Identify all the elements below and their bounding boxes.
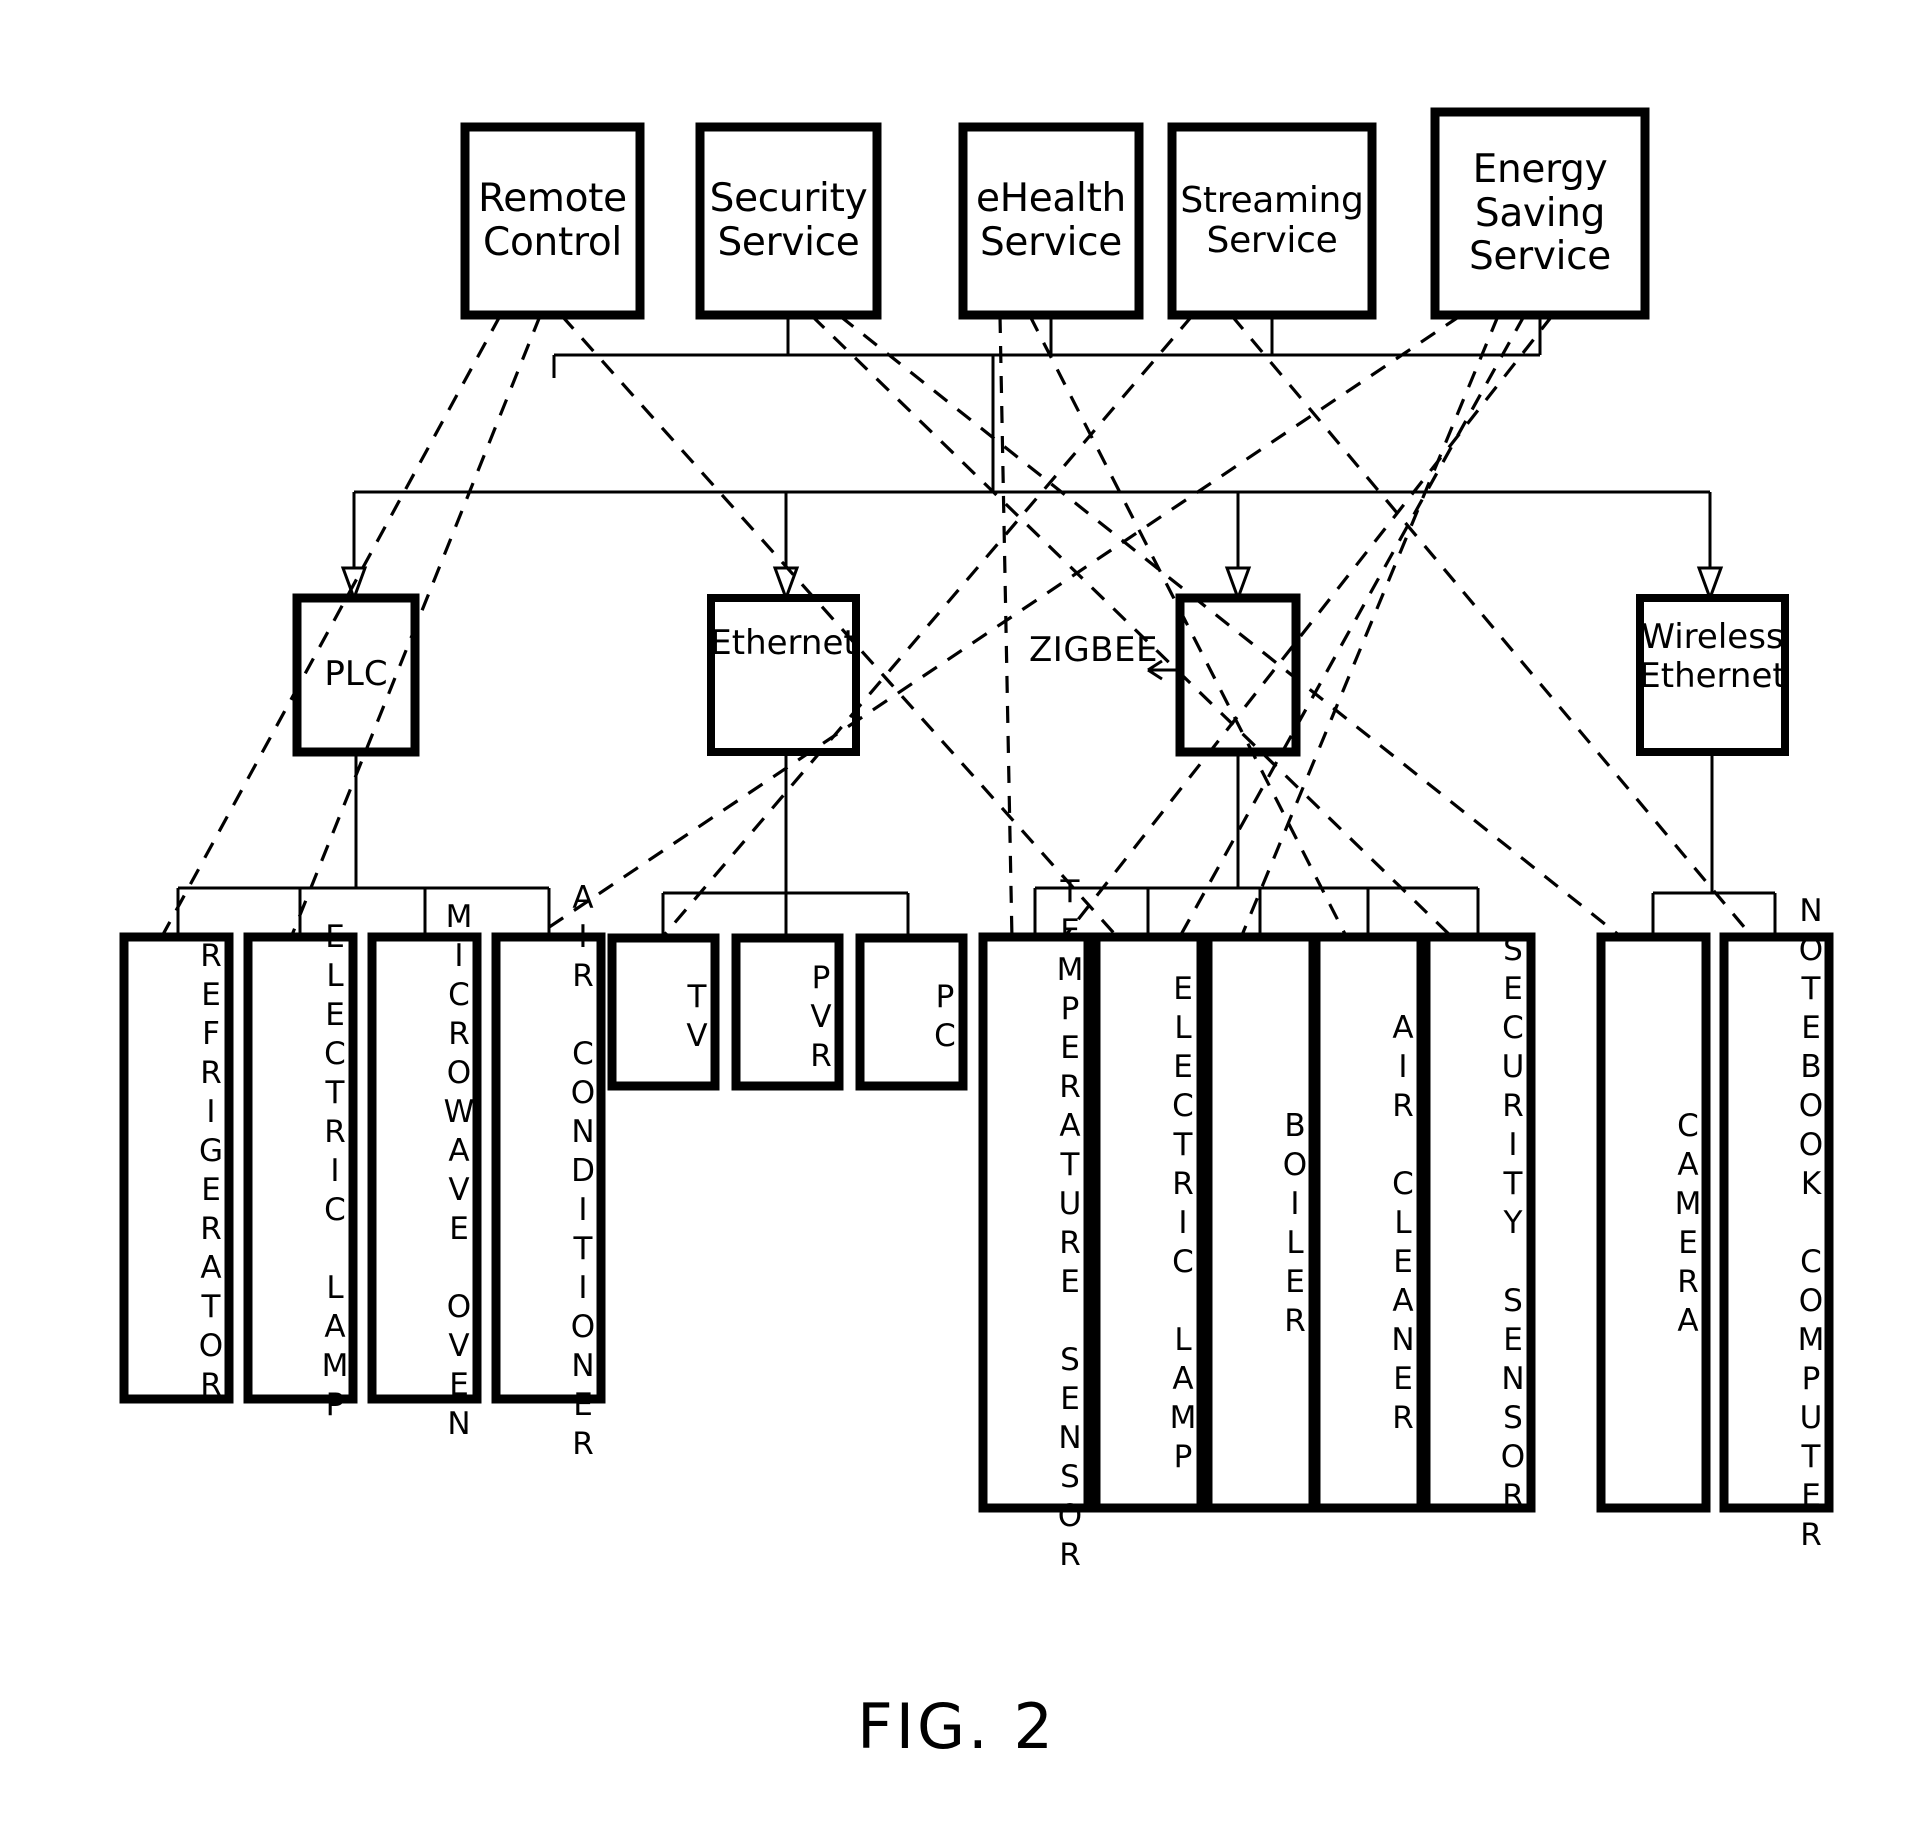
service-box-remote-control[interactable] — [460, 122, 645, 320]
dashed-energy-to-temperature-sensor — [1060, 315, 1554, 941]
device-box-security-sensor[interactable] — [1421, 932, 1536, 1513]
service-box-ehealth-service[interactable] — [958, 122, 1144, 320]
dashed-ehealth-to-temperature-sensor — [998, 315, 1014, 941]
device-box-air-conditioner[interactable] — [491, 932, 606, 1404]
device-box-electric-lamp-plc[interactable] — [243, 932, 358, 1404]
network-arrow-head-wireless — [1696, 566, 1724, 603]
figure-caption: FIG. 2 — [857, 1690, 1056, 1763]
device-box-microwave-oven[interactable] — [367, 932, 482, 1404]
device-box-pc[interactable] — [855, 933, 968, 1091]
service-box-streaming-service[interactable] — [1167, 122, 1377, 320]
device-box-refrigerator[interactable] — [119, 932, 234, 1404]
device-box-electric-lamp-zigbee[interactable] — [1091, 932, 1206, 1513]
diagram-canvas — [119, 107, 1834, 1513]
device-box-air-cleaner[interactable] — [1311, 932, 1426, 1513]
device-box-camera[interactable] — [1596, 932, 1711, 1513]
device-box-tv[interactable] — [607, 933, 720, 1091]
service-box-energy-saving-service[interactable] — [1430, 107, 1650, 320]
device-box-pvr[interactable] — [731, 933, 844, 1091]
network-box-ethernet[interactable] — [707, 594, 860, 756]
device-box-notebook-computer[interactable] — [1719, 932, 1834, 1513]
network-box-zigbee[interactable] — [1175, 593, 1301, 757]
device-box-boiler[interactable] — [1203, 932, 1318, 1513]
patent-figure-2: Remote Control Security Service eHealth … — [0, 0, 1913, 1836]
service-box-security-service[interactable] — [695, 122, 882, 320]
dashed-energy-to-air-conditioner — [529, 314, 1461, 942]
network-box-plc[interactable] — [292, 593, 420, 757]
network-box-wireless-ethernet[interactable] — [1636, 594, 1789, 756]
network-arrow-head-ethernet — [772, 566, 800, 603]
device-box-temperature-sensor[interactable] — [978, 932, 1093, 1513]
